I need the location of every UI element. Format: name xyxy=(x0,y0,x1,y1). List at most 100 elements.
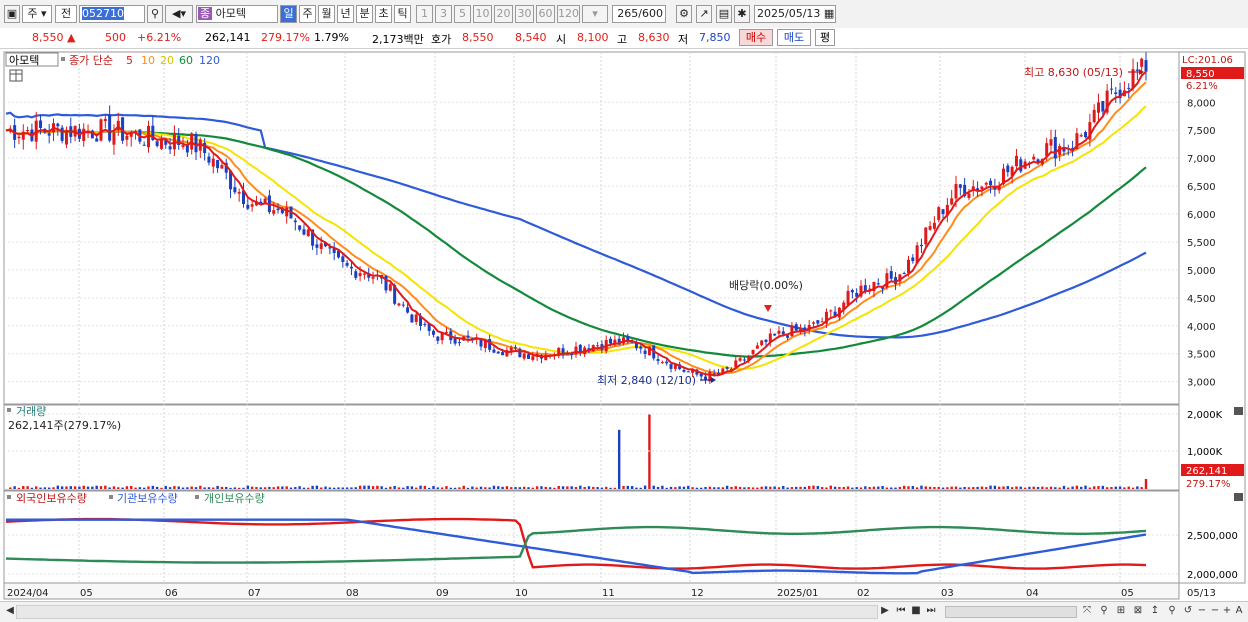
preset-60[interactable]: 60 xyxy=(536,5,555,23)
preset-10[interactable]: 10 xyxy=(473,5,492,23)
zoom-out-icon[interactable]: − xyxy=(1196,604,1208,618)
interval-tab-day[interactable]: 일 xyxy=(280,5,297,23)
zoom-slider-handle-icon[interactable]: − xyxy=(1209,604,1221,618)
candle-body xyxy=(527,354,530,359)
interval-tab-tick[interactable]: 틱 xyxy=(394,5,411,23)
candle-body xyxy=(444,331,448,333)
auto-fit-icon[interactable]: ⚲ xyxy=(1097,604,1111,618)
preset-3[interactable]: 3 xyxy=(435,5,452,23)
candle-body xyxy=(755,345,759,349)
stop-icon[interactable]: ■ xyxy=(910,604,922,618)
window-menu-icon[interactable]: ▣ xyxy=(4,5,20,23)
candle-body xyxy=(790,325,794,337)
volume-bar xyxy=(691,487,694,489)
interval-tab-second[interactable]: 초 xyxy=(375,5,392,23)
volume-bar xyxy=(937,486,940,489)
volume-bar xyxy=(1084,485,1087,489)
volume-bar xyxy=(1110,486,1113,489)
preset-20[interactable]: 20 xyxy=(494,5,513,23)
volume-bar xyxy=(807,485,811,489)
volume-bar xyxy=(1131,487,1135,489)
candle-body xyxy=(673,364,677,369)
average-button[interactable]: 평 xyxy=(815,29,835,46)
period-type-select[interactable]: 주 ▾ xyxy=(22,5,52,23)
volume-bar xyxy=(406,486,409,489)
date-field[interactable]: 2025/05/13 ▦ xyxy=(754,5,836,23)
gear-icon[interactable]: ✱ xyxy=(734,5,750,23)
volume-bar xyxy=(69,486,72,489)
volume-bar xyxy=(225,486,228,489)
volume-bar xyxy=(91,486,94,489)
volume-bar xyxy=(566,486,569,489)
preset-30[interactable]: 30 xyxy=(515,5,534,23)
candle-body xyxy=(315,244,319,248)
volume-bar xyxy=(907,486,910,489)
grid-toggle-icon[interactable]: ⊞ xyxy=(1114,604,1128,618)
volume-bar xyxy=(790,487,794,489)
open-label: 시 xyxy=(556,33,567,46)
x-tick-label: 02 xyxy=(857,588,870,599)
search-icon[interactable]: ⚲ xyxy=(1165,604,1179,618)
preset-120[interactable]: 120 xyxy=(557,5,580,23)
volume-bar xyxy=(294,487,297,489)
horizontal-scrollbar[interactable] xyxy=(16,605,878,619)
holdings-close-icon[interactable] xyxy=(1234,493,1243,501)
interval-tab-month[interactable]: 월 xyxy=(318,5,335,23)
preset-1[interactable]: 1 xyxy=(416,5,433,23)
candle-body xyxy=(401,304,405,306)
volume-bar xyxy=(160,487,163,489)
volume-bar xyxy=(281,486,284,489)
indicator-icon[interactable]: ⚙ xyxy=(676,5,692,23)
count-field[interactable]: 265/600 xyxy=(612,5,666,23)
volume-bar xyxy=(963,486,966,489)
volume-bar xyxy=(419,485,422,489)
forward-icon[interactable]: ⏭ xyxy=(925,604,937,618)
volume-bar xyxy=(194,487,198,489)
preset-dropdown[interactable]: ▾ xyxy=(582,5,608,23)
search-icon[interactable]: ⚲ xyxy=(147,5,163,23)
volume-bar xyxy=(462,485,465,489)
interval-tab-year[interactable]: 년 xyxy=(337,5,354,23)
interval-tab-minute[interactable]: 분 xyxy=(356,5,373,23)
sell-button[interactable]: 매도 xyxy=(777,29,811,46)
volume-bar xyxy=(147,486,150,489)
zoom-slider[interactable] xyxy=(945,606,1077,618)
export-icon[interactable]: ↥ xyxy=(1148,604,1162,618)
candle-body xyxy=(103,118,107,122)
stock-name-field[interactable]: 종 아모텍 xyxy=(196,5,278,23)
refresh-icon[interactable]: ↺ xyxy=(1182,604,1194,618)
ask-label: 호가 xyxy=(431,33,452,46)
candle-body xyxy=(358,273,362,277)
chart-type-icon[interactable]: ⊠ xyxy=(1131,604,1145,618)
candle-body xyxy=(902,273,906,275)
prev-button[interactable]: 전 xyxy=(55,5,77,23)
save-icon[interactable]: ▤ xyxy=(716,5,732,23)
preset-5[interactable]: 5 xyxy=(454,5,471,23)
scroll-right-icon[interactable]: ▶ xyxy=(880,604,890,618)
sound-icon[interactable]: ◀▾ xyxy=(165,5,193,23)
auto-scale-icon[interactable]: A xyxy=(1233,604,1245,618)
candle-body xyxy=(850,290,854,293)
rewind-icon[interactable]: ⏮ xyxy=(895,604,907,618)
buy-button[interactable]: 매수 xyxy=(739,29,773,46)
draw-tool-icon[interactable]: ↗ xyxy=(696,5,712,23)
interval-tab-week[interactable]: 주 xyxy=(299,5,316,23)
candle-body xyxy=(781,331,785,335)
volume-close-icon[interactable] xyxy=(1234,407,1243,415)
volume-bar xyxy=(967,487,971,489)
candle-body xyxy=(794,324,798,331)
restore-icon[interactable]: ⤧ xyxy=(1080,604,1094,618)
volume-bar xyxy=(682,486,686,489)
volume-bar xyxy=(73,486,77,489)
volume-bar xyxy=(721,487,725,489)
stock-code-input[interactable]: 052710 xyxy=(79,5,145,23)
candle-body xyxy=(954,184,958,199)
chart-canvas[interactable]: 아모텍 종가 단순 5 10 20 60 120 최고 8,630 (05/13… xyxy=(0,48,1248,604)
price-tick-label: 5,500 xyxy=(1187,238,1216,249)
volume-bar xyxy=(242,487,245,489)
zoom-in-icon[interactable]: + xyxy=(1221,604,1233,618)
volume-bar xyxy=(207,487,211,489)
candle-body xyxy=(354,271,358,278)
volume-bar xyxy=(734,486,737,489)
scroll-left-icon[interactable]: ◀ xyxy=(5,604,15,618)
